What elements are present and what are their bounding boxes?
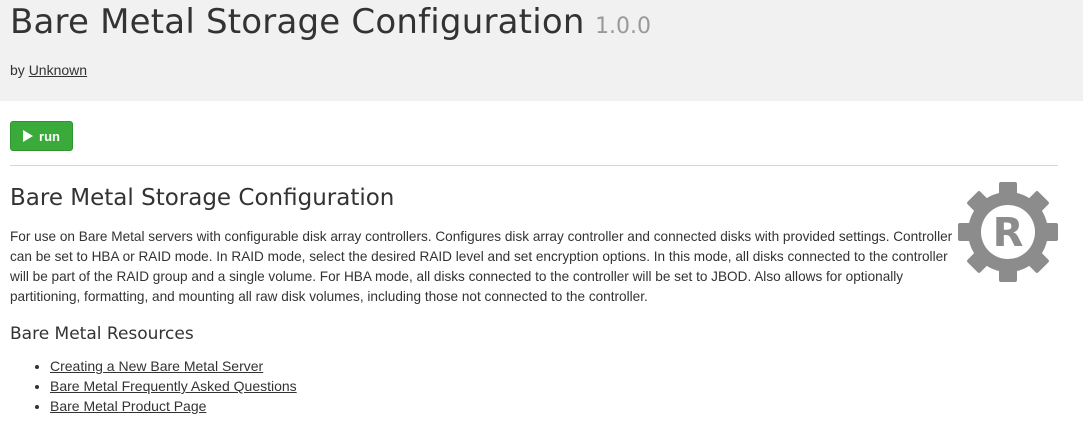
page-title: Bare Metal Storage Configuration (10, 2, 585, 42)
version-label: 1.0.0 (595, 14, 652, 39)
description-text: For use on Bare Metal servers with confi… (10, 229, 953, 304)
author-line: by Unknown (10, 62, 87, 78)
logo-letter: R (993, 210, 1024, 256)
run-button-label: run (39, 128, 60, 144)
list-item: Creating a New Bare Metal Server (50, 356, 297, 376)
resource-link-product-page[interactable]: Bare Metal Product Page (50, 398, 206, 414)
divider (10, 165, 1058, 166)
list-item: Bare Metal Product Page (50, 396, 297, 416)
section-title: Bare Metal Storage Configuration (10, 185, 395, 211)
list-item: Bare Metal Frequently Asked Questions (50, 376, 297, 396)
resource-link-faq[interactable]: Bare Metal Frequently Asked Questions (50, 378, 297, 394)
resources-heading: Bare Metal Resources (10, 324, 194, 344)
play-icon (23, 130, 34, 142)
resources-list: Creating a New Bare Metal Server Bare Me… (10, 356, 297, 416)
run-button[interactable]: run (10, 121, 73, 151)
header-bar: Bare Metal Storage Configuration 1.0.0 b… (0, 0, 1083, 101)
author-prefix: by (10, 62, 25, 78)
title-row: Bare Metal Storage Configuration 1.0.0 (10, 2, 651, 42)
gear-r-logo-icon: R (958, 182, 1058, 282)
author-link[interactable]: Unknown (29, 62, 87, 78)
resource-link-create-server[interactable]: Creating a New Bare Metal Server (50, 358, 263, 374)
